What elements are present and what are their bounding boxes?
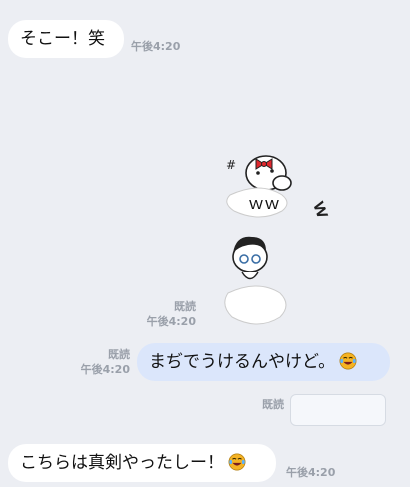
read-receipt: 既読 bbox=[108, 348, 130, 361]
sticker-side-text: ｗ bbox=[308, 197, 335, 222]
message-timestamp: 午後4:20 bbox=[146, 315, 196, 328]
message-text: まぢでうけるんやけど。 bbox=[149, 352, 336, 372]
read-receipt: 既読 bbox=[174, 300, 196, 313]
message-text: そこー！笑 bbox=[20, 29, 105, 49]
message-text: こちらは真剣やったしー！ bbox=[20, 453, 224, 473]
message-timestamp: 午後4:20 bbox=[286, 466, 336, 479]
message-timestamp: 午後4:20 bbox=[80, 363, 130, 376]
sticker-character-middle bbox=[232, 236, 268, 280]
sticker-character-top: # bbox=[226, 155, 292, 191]
message-timestamp: 午後4:20 bbox=[131, 40, 181, 53]
laughing-crying-emoji-icon bbox=[228, 453, 246, 471]
sticker-message[interactable]: # ｗｗ bbox=[220, 145, 300, 330]
sticker-text: ｗｗ bbox=[248, 194, 280, 213]
message-bubble-incoming[interactable]: そこー！笑 bbox=[8, 20, 124, 58]
message-bubble-incoming[interactable]: こちらは真剣やったしー！ bbox=[8, 444, 276, 482]
svg-text:#: # bbox=[226, 158, 236, 172]
chat-screen: { "messages": [ { "id": "m1", "direction… bbox=[0, 0, 410, 487]
read-receipt: 既読 bbox=[262, 398, 284, 411]
sticker-image: # ｗｗ bbox=[224, 155, 292, 325]
message-bubble-outgoing-empty[interactable] bbox=[290, 394, 386, 426]
laughing-crying-emoji-icon bbox=[339, 352, 357, 370]
message-bubble-outgoing[interactable]: まぢでうけるんやけど。 bbox=[137, 343, 390, 381]
